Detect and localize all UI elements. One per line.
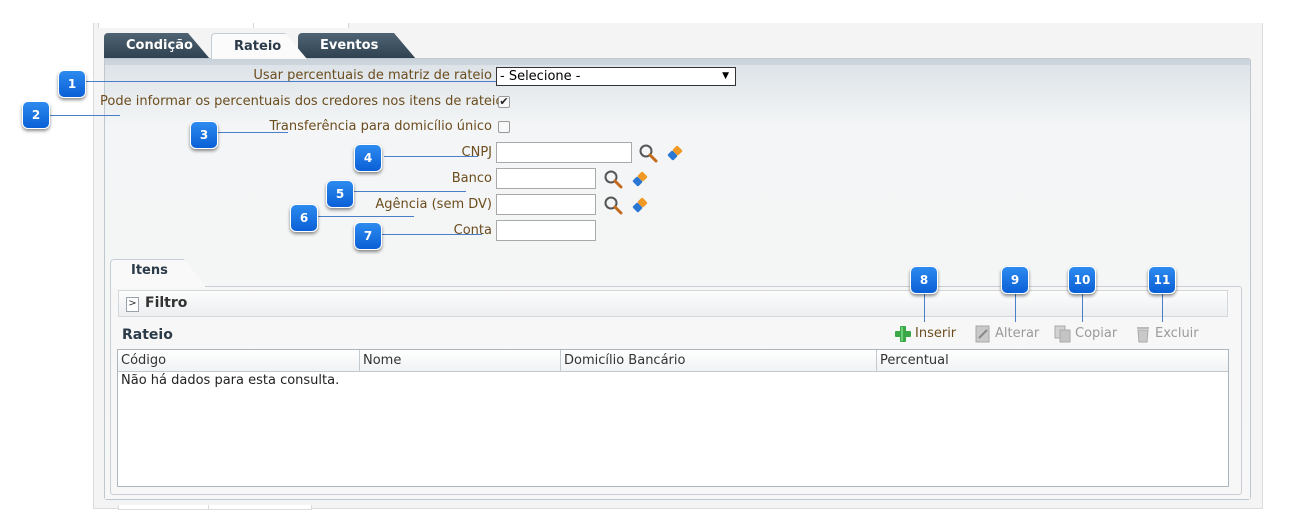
alterar-label: Alterar xyxy=(995,326,1040,341)
callout-badge-2: 2 xyxy=(22,101,50,129)
callout-badge-5: 5 xyxy=(326,180,354,208)
cnpj-label: CNPJ xyxy=(461,145,492,160)
search-icon[interactable] xyxy=(603,195,623,215)
callout-badge-8: 8 xyxy=(910,266,938,294)
search-icon[interactable] xyxy=(638,143,658,163)
pode-informar-checkbox[interactable]: ✔ xyxy=(498,96,510,108)
callout-line xyxy=(384,156,478,157)
column-header-codigo[interactable]: Código xyxy=(118,350,360,371)
banco-input[interactable] xyxy=(496,168,596,189)
callout-badge-10: 10 xyxy=(1068,266,1096,294)
callout-badge-4: 4 xyxy=(354,144,382,172)
copiar-label: Copiar xyxy=(1075,326,1118,341)
filtro-label: Filtro xyxy=(145,295,188,311)
banco-label: Banco xyxy=(451,171,492,186)
ghost-tab xyxy=(208,505,312,510)
eraser-icon[interactable] xyxy=(631,170,649,188)
eraser-icon[interactable] xyxy=(631,196,649,214)
callout-badge-6: 6 xyxy=(290,204,318,232)
callout-badge-7: 7 xyxy=(354,222,382,250)
callout-line xyxy=(1162,292,1163,322)
copy-icon xyxy=(1054,325,1071,343)
table-header: Código Nome Domicílio Bancário Percentua… xyxy=(118,350,1228,372)
callout-line xyxy=(382,234,482,235)
callout-badge-11: 11 xyxy=(1148,266,1176,294)
transferencia-checkbox[interactable] xyxy=(498,121,510,133)
callout-line xyxy=(86,81,496,82)
callout-line xyxy=(1015,292,1016,322)
column-header-nome[interactable]: Nome xyxy=(360,350,561,371)
expand-filter-icon[interactable]: > xyxy=(126,297,139,312)
grid-title: Rateio xyxy=(122,327,173,343)
cnpj-input[interactable] xyxy=(496,142,632,163)
ghost-tab xyxy=(98,23,255,28)
rateio-table: Código Nome Domicílio Bancário Percentua… xyxy=(117,349,1229,487)
callout-badge-9: 9 xyxy=(1001,266,1029,294)
ghost-tab xyxy=(118,505,210,510)
callout-badge-3: 3 xyxy=(190,121,218,149)
column-header-domicilio[interactable]: Domicílio Bancário xyxy=(561,350,877,371)
copiar-button[interactable]: Copiar xyxy=(1053,324,1123,344)
inserir-button[interactable]: Inserir xyxy=(893,324,963,344)
pode-informar-label: Pode informar os percentuais dos credore… xyxy=(100,94,504,109)
alterar-button[interactable]: Alterar xyxy=(973,324,1043,344)
plus-icon xyxy=(895,326,911,342)
search-icon[interactable] xyxy=(603,169,623,189)
conta-label: Conta xyxy=(453,223,492,238)
callout-badge-1: 1 xyxy=(58,70,86,98)
agencia-label: Agência (sem DV) xyxy=(375,197,492,212)
callout-line xyxy=(318,216,414,217)
ghost-tab xyxy=(253,23,349,28)
eraser-icon[interactable] xyxy=(666,144,684,162)
callout-line xyxy=(1082,292,1083,322)
agencia-input[interactable] xyxy=(496,194,596,215)
callout-line xyxy=(218,132,288,133)
edit-icon xyxy=(975,325,990,343)
empty-message: Não há dados para esta consulta. xyxy=(121,373,340,388)
callout-line xyxy=(924,292,925,322)
callout-line xyxy=(354,191,466,192)
filtro-bar[interactable]: > Filtro xyxy=(118,290,1228,317)
usar-percentuais-select[interactable]: - Selecione - ▼ xyxy=(496,67,736,86)
excluir-label: Excluir xyxy=(1155,326,1199,341)
trash-icon xyxy=(1137,327,1149,343)
select-value: - Selecione - xyxy=(500,69,581,84)
excluir-button[interactable]: Excluir xyxy=(1133,324,1203,344)
dropdown-arrow-icon: ▼ xyxy=(722,71,729,81)
conta-input[interactable] xyxy=(496,220,596,241)
callout-line xyxy=(50,115,120,116)
inserir-label: Inserir xyxy=(915,326,957,341)
column-header-percentual[interactable]: Percentual xyxy=(877,350,1228,371)
